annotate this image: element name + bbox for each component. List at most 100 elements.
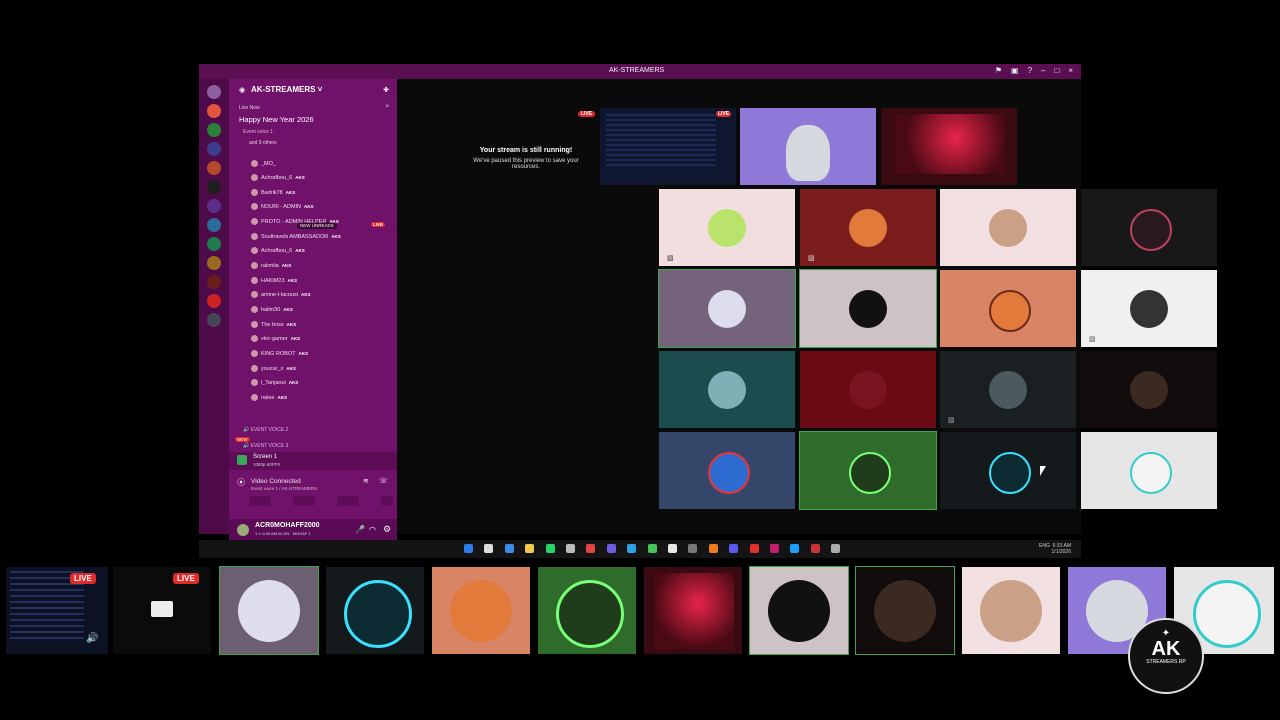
taskbar-app-icon[interactable] (606, 544, 616, 553)
participant-video (786, 124, 830, 181)
strip-screen-share[interactable]: LIVE (113, 567, 211, 654)
avatar (1130, 370, 1168, 409)
strip-screen-share[interactable]: LIVE 🔊 (6, 567, 108, 654)
member-row[interactable]: vtor-gamer AKS (251, 335, 300, 342)
taskbar-app-icon[interactable] (484, 544, 494, 553)
participant-tile[interactable] (1081, 189, 1217, 266)
taskbar-app-icon[interactable] (749, 544, 759, 553)
server-icon[interactable] (207, 123, 221, 137)
participant-tile[interactable] (659, 432, 795, 509)
participant-tile[interactable] (940, 189, 1076, 266)
member-row[interactable]: Badrik78 AKS (251, 189, 295, 196)
member-row[interactable]: halim30 AKS (251, 306, 293, 313)
minimize-icon[interactable]: – (1041, 66, 1045, 75)
event-title[interactable]: Happy New Year 2026 (239, 115, 314, 124)
participant-tile[interactable]: ▨ (1081, 270, 1217, 347)
taskbar-app-icon[interactable] (810, 544, 820, 553)
server-icon[interactable] (207, 237, 221, 251)
member-row[interactable]: Achrafbou_6 AKS (251, 174, 305, 181)
member-row[interactable]: nalee AKS (251, 394, 287, 401)
participant-tile[interactable] (1081, 432, 1217, 509)
voice-category[interactable]: 🔊 EVENT VOICE 3 (243, 443, 288, 449)
member-name: PROTO - ADMIN HELPER (261, 218, 327, 225)
flag-icon[interactable]: ⚑ (995, 66, 1002, 75)
avatar (989, 289, 1031, 332)
server-icon[interactable] (207, 180, 221, 194)
participant-tile[interactable] (799, 431, 937, 510)
avatar (849, 289, 887, 328)
taskbar-app-icon[interactable] (504, 544, 514, 553)
member-row[interactable]: NOURI - ADMIN AKS (251, 203, 314, 210)
participant-tile[interactable] (940, 270, 1076, 347)
strip-participant[interactable] (962, 567, 1060, 654)
webcam-tile[interactable] (881, 108, 1017, 185)
server-icon[interactable] (207, 142, 221, 156)
taskbar-app-icon[interactable] (586, 544, 596, 553)
taskbar-app-icon[interactable] (647, 544, 657, 553)
member-row[interactable]: HAKIM23 AKS (251, 277, 297, 284)
server-icon[interactable] (207, 256, 221, 270)
server-icon[interactable] (207, 218, 221, 232)
participant-tile[interactable]: ▨ (800, 189, 936, 266)
strip-participant[interactable] (219, 566, 319, 655)
member-tag: AKS (331, 234, 341, 239)
participant-tile[interactable] (800, 351, 936, 428)
member-row[interactable]: PROTO - ADMIN HELPER AKS (251, 218, 339, 225)
webcam-tile[interactable] (740, 108, 876, 185)
participant-tile[interactable] (658, 269, 796, 348)
help-icon[interactable]: ? (1028, 66, 1032, 75)
taskbar-app-icon[interactable] (729, 544, 739, 553)
strip-participant[interactable] (432, 567, 530, 654)
member-row[interactable]: KING ROBOT AKS (251, 350, 308, 357)
participant-tile[interactable] (659, 351, 795, 428)
member-row[interactable]: youzar_x AKS (251, 365, 296, 372)
member-row[interactable]: Soultravels AMBASSADOR AKS (251, 233, 341, 240)
taskbar-app-icon[interactable] (545, 544, 555, 553)
taskbar-app-icon[interactable] (668, 544, 677, 553)
strip-participant[interactable] (538, 567, 636, 654)
server-icon[interactable] (207, 275, 221, 289)
participant-tile[interactable] (940, 432, 1076, 509)
member-row[interactable]: The boss AKS (251, 321, 296, 328)
taskbar-app-icon[interactable] (525, 544, 535, 553)
member-row[interactable]: amine-l-lacousi AKS (251, 291, 311, 298)
strip-participant[interactable] (749, 566, 849, 655)
add-member-icon[interactable]: ✚ (383, 86, 389, 94)
server-icon[interactable] (207, 313, 221, 327)
server-icon[interactable] (207, 294, 221, 308)
taskbar-app-icon[interactable] (708, 544, 718, 553)
strip-participant[interactable] (855, 566, 955, 655)
server-icon[interactable] (207, 199, 221, 213)
maximize-icon[interactable]: □ (1054, 66, 1059, 75)
member-row[interactable]: l_Tanjaoui AKS (251, 379, 298, 386)
taskbar-app-icon[interactable] (790, 544, 800, 553)
strip-participant[interactable] (326, 567, 424, 654)
member-row[interactable]: _MO_ (251, 160, 279, 167)
taskbar-app-icon[interactable] (627, 544, 637, 553)
participant-tile[interactable] (799, 269, 937, 348)
strip-participant[interactable] (644, 567, 742, 654)
screen-share-tile[interactable]: LIVE (600, 108, 736, 185)
server-icon[interactable] (207, 104, 221, 118)
participant-tile[interactable]: ▨ (940, 351, 1076, 428)
taskbar-app-icon[interactable] (464, 544, 473, 553)
system-tray[interactable]: ENG 6:33 AM 1/1/2026 (1039, 543, 1071, 555)
dismiss-icon[interactable]: × (385, 104, 389, 110)
member-row[interactable]: Achrafbou_6 AKS (251, 247, 305, 254)
taskbar-app-icon[interactable] (688, 544, 698, 553)
taskbar-app-icon[interactable] (770, 544, 779, 553)
server-icon[interactable] (207, 161, 221, 175)
taskbar-app-icon[interactable] (566, 544, 575, 553)
close-icon[interactable]: × (1068, 66, 1073, 75)
participant-tile[interactable]: ▨ (659, 189, 795, 266)
guild-name[interactable]: AK-STREAMERS ˅ (251, 85, 322, 94)
voice-category[interactable]: 🔊 EVENT VOICE 2 (243, 427, 288, 433)
volume-icon[interactable]: 🔊 (86, 633, 98, 644)
avatar (708, 289, 746, 328)
participant-tile[interactable] (1081, 351, 1217, 428)
inbox-icon[interactable]: ▣ (1011, 66, 1019, 75)
avatar (251, 218, 258, 225)
server-icon[interactable] (207, 85, 221, 99)
taskbar-app-icon[interactable] (831, 544, 841, 553)
member-row[interactable]: rakmlia AKS (251, 262, 291, 269)
